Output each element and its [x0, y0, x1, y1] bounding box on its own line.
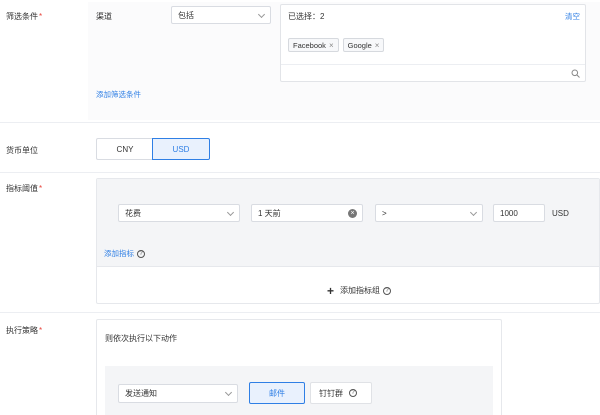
tag-label: Google — [347, 40, 372, 50]
required-mark: * — [39, 12, 43, 21]
currency-usd-button[interactable]: USD — [152, 138, 210, 160]
clear-button[interactable]: 清空 — [565, 11, 580, 22]
strategy-description: 则依次执行以下动作 — [105, 334, 177, 343]
selected-count: 已选择：2 — [288, 12, 325, 21]
threshold-panel — [97, 179, 599, 267]
add-metric-link[interactable]: 添加指标? — [104, 248, 145, 259]
plus-icon: + — [327, 283, 335, 298]
comparator-value: > — [382, 208, 387, 218]
tag-facebook: Facebook × — [288, 38, 339, 52]
selected-values-box: 已选择：2 清空 Facebook × Google × — [280, 4, 586, 82]
add-filter-condition-link[interactable]: 添加筛选条件 — [96, 89, 141, 100]
tag-label: Facebook — [293, 40, 326, 50]
channel-dingtalk-button[interactable]: 钉钉群 ? — [310, 382, 372, 404]
action-value: 发送通知 — [125, 389, 157, 398]
selected-tags: Facebook × Google × — [288, 38, 388, 52]
threshold-label: 指标阈值* — [6, 184, 43, 193]
comparator-select[interactable]: > — [375, 204, 483, 222]
channel-dingtalk-label: 钉钉群 — [319, 388, 343, 398]
chevron-down-icon — [469, 208, 478, 217]
filter-operator-value: 包括 — [178, 10, 194, 20]
required-mark: * — [39, 184, 43, 193]
currency-cny-button[interactable]: CNY — [96, 138, 153, 160]
close-icon[interactable]: × — [375, 41, 380, 50]
tag-search-input[interactable] — [281, 65, 585, 82]
chevron-down-icon — [224, 388, 233, 397]
filter-field-label: 渠道 — [96, 12, 112, 21]
add-metric-group-label: 添加指标组 — [340, 286, 381, 295]
section-divider — [0, 172, 600, 173]
add-metric-group-button[interactable]: + 添加指标组 ? — [327, 283, 392, 298]
strategy-label: 执行策略* — [6, 326, 43, 335]
time-range-select[interactable]: 1 天前 × — [251, 204, 363, 222]
threshold-divider — [97, 266, 599, 267]
help-icon[interactable]: ? — [137, 249, 145, 258]
time-range-value: 1 天前 — [258, 208, 281, 218]
required-mark: * — [39, 326, 43, 335]
add-metric-label: 添加指标 — [104, 249, 134, 258]
threshold-value-input[interactable]: 1000 — [493, 204, 545, 222]
currency-label: 货币单位 — [6, 146, 38, 155]
filter-label: 筛选条件* — [6, 12, 43, 21]
tag-google: Google × — [342, 38, 385, 52]
clear-icon[interactable]: × — [348, 209, 357, 218]
section-divider — [0, 122, 600, 123]
metric-select[interactable]: 花费 — [118, 204, 240, 222]
threshold-value: 1000 — [500, 208, 518, 218]
chevron-down-icon — [257, 10, 266, 19]
action-select[interactable]: 发送通知 — [118, 384, 238, 403]
section-divider — [0, 312, 600, 313]
channel-email-button[interactable]: 邮件 — [249, 382, 305, 404]
metric-value: 花费 — [125, 208, 141, 218]
help-icon[interactable]: ? — [349, 389, 357, 397]
help-icon[interactable]: ? — [383, 286, 392, 295]
filter-operator-select[interactable]: 包括 — [171, 6, 271, 24]
close-icon[interactable]: × — [329, 41, 334, 50]
chevron-down-icon — [226, 208, 235, 217]
threshold-unit: USD — [552, 209, 569, 218]
search-icon — [571, 69, 580, 78]
